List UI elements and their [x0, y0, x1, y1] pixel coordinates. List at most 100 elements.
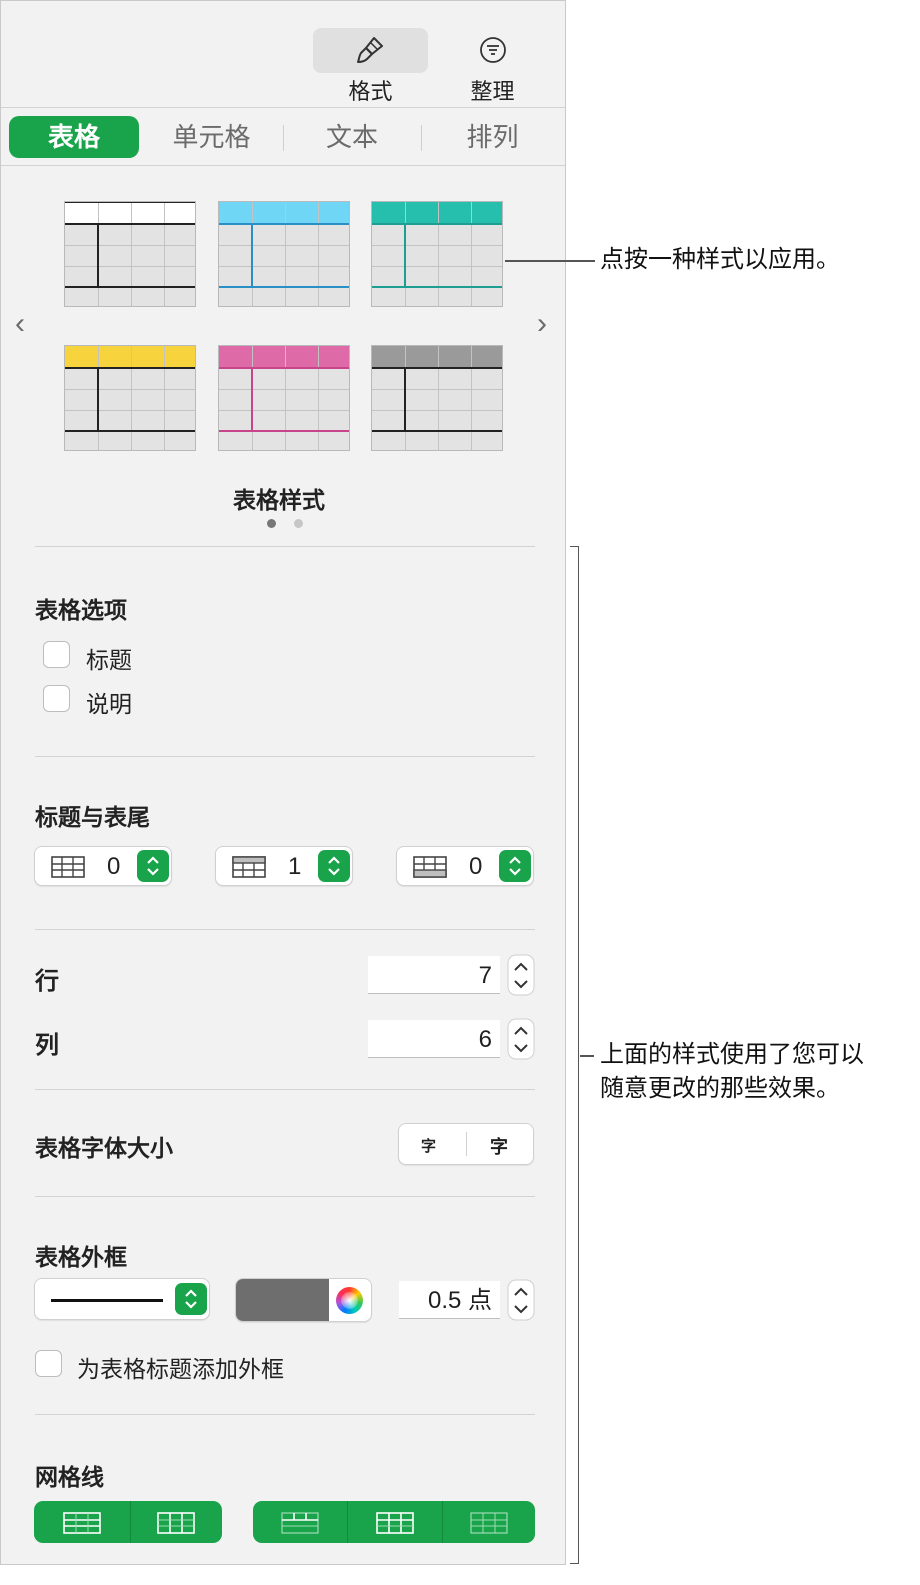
rows-input[interactable]: 7: [368, 956, 500, 994]
footer-rows-control[interactable]: 0: [396, 846, 534, 886]
header-row-gridlines-icon: [281, 1512, 319, 1534]
style-column-line: [318, 346, 319, 450]
page-indicator-dot-2[interactable]: [294, 519, 303, 528]
style-header-column-rule: [251, 224, 253, 286]
toolbar-divider: [1, 107, 565, 108]
stepper-chevrons-icon: [185, 1289, 197, 1309]
tab-table[interactable]: 表格: [9, 116, 139, 158]
color-wheel-icon[interactable]: [336, 1287, 363, 1314]
section-divider: [35, 1089, 535, 1090]
footer-gridlines-button[interactable]: [443, 1501, 535, 1543]
effects-callout-line-2: 随意更改的那些效果。: [600, 1075, 840, 1102]
header-columns-stepper[interactable]: [318, 850, 350, 882]
tab-arrange[interactable]: 排列: [425, 116, 560, 158]
table-style-thumbnail[interactable]: [218, 201, 350, 307]
font-size-control: 字 字: [398, 1123, 534, 1165]
line-style-preview: [51, 1299, 163, 1302]
header-rows-control[interactable]: 0: [34, 846, 172, 886]
style-header-rule: [65, 367, 195, 369]
style-column-line: [131, 202, 132, 306]
table-style-thumbnail[interactable]: [218, 345, 350, 451]
style-header-rule: [65, 223, 195, 225]
effects-callout-line-1: 上面的样式使用了您可以: [600, 1041, 864, 1068]
style-header-rule: [219, 223, 349, 225]
gridlines-header-group: [253, 1501, 535, 1543]
style-column-line: [285, 346, 286, 450]
style-row-line: [372, 389, 502, 390]
decrease-font-size-button[interactable]: 字: [421, 1135, 436, 1156]
header-columns-control[interactable]: 1: [215, 846, 353, 886]
effects-leader-line: [580, 1055, 594, 1057]
title-outline-label: 为表格标题添加外框: [77, 1356, 284, 1382]
caption-checkbox[interactable]: [43, 685, 70, 712]
line-style-stepper[interactable]: [175, 1283, 207, 1315]
style-column-line: [471, 346, 472, 450]
header-row-gridlines-button[interactable]: [253, 1501, 347, 1543]
stepper-chevrons-icon: [507, 954, 535, 996]
section-divider: [35, 546, 535, 547]
line-style-popup[interactable]: [34, 1278, 210, 1320]
table-style-thumbnail[interactable]: [371, 201, 503, 307]
header-rows-value: 0: [107, 853, 121, 880]
tab-text[interactable]: 文本: [287, 116, 417, 158]
table-style-thumbnail[interactable]: [64, 201, 196, 307]
next-styles-chevron-icon[interactable]: ›: [537, 307, 547, 341]
stepper-chevrons-icon: [328, 856, 340, 876]
table-options-title: 表格选项: [35, 597, 127, 623]
tab-cell[interactable]: 单元格: [144, 116, 279, 158]
columns-stepper[interactable]: [507, 1018, 535, 1060]
title-checkbox-label: 标题: [86, 647, 132, 673]
style-row-line: [219, 389, 349, 390]
outline-color-well[interactable]: [235, 1278, 372, 1322]
rows-stepper[interactable]: [507, 954, 535, 996]
columns-input[interactable]: 6: [368, 1020, 500, 1058]
vertical-body-gridlines-button[interactable]: [131, 1501, 222, 1543]
style-column-line: [318, 202, 319, 306]
footer-rows-icon: [413, 856, 447, 878]
style-row-line: [65, 245, 195, 246]
style-header-column-rule: [97, 368, 99, 430]
style-row-line: [219, 266, 349, 267]
font-size-divider: [466, 1132, 467, 1156]
section-divider: [35, 756, 535, 757]
section-divider: [35, 1196, 535, 1197]
title-outline-checkbox[interactable]: [35, 1350, 62, 1377]
style-column-line: [164, 346, 165, 450]
horizontal-body-gridlines-button[interactable]: [34, 1501, 130, 1543]
apply-style-leader-line: [505, 260, 595, 262]
stepper-chevrons-icon: [507, 1279, 535, 1321]
columns-label: 列: [35, 1032, 59, 1059]
header-column-gridlines-button[interactable]: [348, 1501, 442, 1543]
style-row-line: [65, 389, 195, 390]
organize-label: 整理: [470, 79, 515, 104]
footer-rows-stepper[interactable]: [499, 850, 531, 882]
style-column-line: [438, 202, 439, 306]
outline-color-swatch[interactable]: [236, 1279, 329, 1321]
style-footer-rule: [372, 286, 502, 288]
previous-styles-chevron-icon[interactable]: ‹: [15, 307, 25, 341]
tab-separator: [421, 125, 422, 151]
table-style-thumbnail[interactable]: [64, 345, 196, 451]
header-column-gridlines-icon: [376, 1512, 414, 1534]
outline-width-stepper[interactable]: [507, 1279, 535, 1321]
style-header-row: [219, 202, 349, 223]
title-checkbox[interactable]: [43, 641, 70, 668]
style-row-line: [219, 245, 349, 246]
style-header-row: [65, 202, 195, 223]
increase-font-size-button[interactable]: 字: [490, 1133, 508, 1159]
format-sidebar: 格式 整理 表格 单元格 文本 排列 ‹ › 表格样式 表格选项 标题 说明 标…: [0, 0, 566, 1565]
footer-gridlines-icon: [470, 1512, 508, 1534]
format-toolbar-button[interactable]: 格式: [313, 28, 428, 104]
rows-label: 行: [35, 968, 59, 995]
footer-rows-value: 0: [469, 853, 483, 880]
organize-toolbar-button[interactable]: 整理: [435, 28, 550, 104]
stepper-chevrons-icon: [147, 856, 159, 876]
page-indicator-dot-1[interactable]: [267, 519, 276, 528]
outline-width-input[interactable]: 0.5 点: [399, 1281, 500, 1319]
style-column-line: [438, 346, 439, 450]
style-column-line: [164, 202, 165, 306]
header-rows-stepper[interactable]: [137, 850, 169, 882]
table-style-thumbnail[interactable]: [371, 345, 503, 451]
tabs-divider: [1, 165, 565, 166]
style-column-line: [131, 346, 132, 450]
